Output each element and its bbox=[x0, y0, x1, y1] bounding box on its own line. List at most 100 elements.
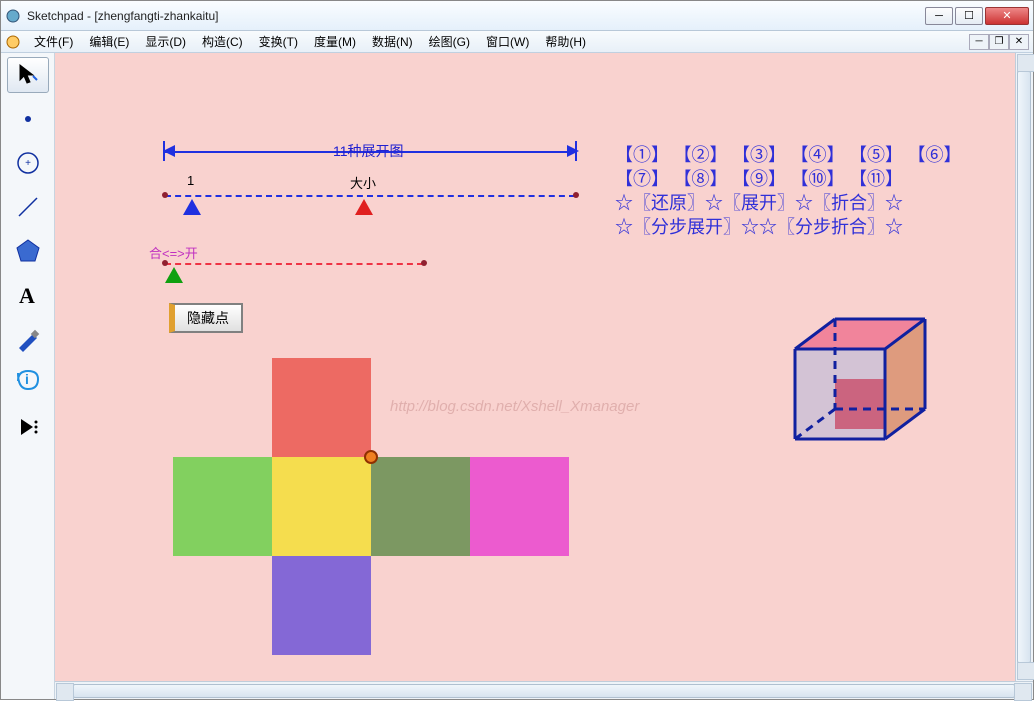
tool-point[interactable] bbox=[7, 101, 49, 137]
canvas[interactable]: 11种展开图 1 大小 合<=>开 隐藏点 bbox=[55, 53, 1015, 681]
canvas-area: 11种展开图 1 大小 合<=>开 隐藏点 bbox=[55, 53, 1033, 699]
window-title: Sketchpad - [zhengfangti-zhankaitu] bbox=[27, 9, 925, 23]
polygon-icon bbox=[14, 237, 42, 265]
net-square-right bbox=[470, 457, 569, 556]
slider-blue-marker[interactable] bbox=[183, 199, 201, 215]
mdi-close-button[interactable]: ✕ bbox=[1009, 34, 1029, 50]
ruler-left-arrow-icon bbox=[163, 143, 177, 159]
tool-line[interactable] bbox=[7, 189, 49, 225]
menubar: 文件(F) 编辑(E) 显示(D) 构造(C) 变换(T) 度量(M) 数据(N… bbox=[1, 31, 1033, 53]
menu-help[interactable]: 帮助(H) bbox=[538, 31, 593, 52]
tool-circle[interactable]: + bbox=[7, 145, 49, 181]
h-scroll-thumb[interactable] bbox=[73, 684, 1015, 698]
links-panel: 【①】 【②】 【③】 【④】 【⑤】 【⑥】 【⑦】 【⑧】 【⑨】 【⑩】 … bbox=[615, 143, 962, 239]
info-icon: i bbox=[14, 369, 42, 397]
star-icon: ☆ bbox=[795, 193, 813, 213]
link-step-fold[interactable]: 〖分步折合〗 bbox=[777, 217, 885, 237]
ruler-dot-left[interactable] bbox=[162, 192, 168, 198]
link-fold[interactable]: 〖折合〗 bbox=[813, 193, 885, 213]
svg-text:i: i bbox=[25, 371, 29, 387]
marker-icon bbox=[15, 326, 41, 352]
workspace: + A i 11种展开图 1 大小 bbox=[1, 53, 1033, 699]
mdi-restore-button[interactable]: ❐ bbox=[989, 34, 1009, 50]
mdi-minimize-button[interactable]: ─ bbox=[969, 34, 989, 50]
link-5[interactable]: 【⑤】 bbox=[849, 145, 903, 165]
cube-3d bbox=[775, 309, 935, 469]
minimize-button[interactable]: ─ bbox=[925, 7, 953, 25]
v-scroll-thumb[interactable] bbox=[1017, 71, 1031, 663]
slider-red-marker[interactable] bbox=[355, 199, 373, 215]
link-7[interactable]: 【⑦】 bbox=[615, 169, 669, 189]
window-controls: ─ ☐ ✕ bbox=[925, 7, 1029, 25]
tool-arrow[interactable] bbox=[7, 57, 49, 93]
arrow-icon bbox=[15, 62, 41, 88]
window-titlebar: Sketchpad - [zhengfangti-zhankaitu] ─ ☐ … bbox=[1, 1, 1033, 31]
text-icon: A bbox=[15, 282, 41, 308]
net-square-mid1 bbox=[272, 457, 371, 556]
watermark-text: http://blog.csdn.net/Xshell_Xmanager bbox=[390, 398, 639, 415]
tool-marker[interactable] bbox=[7, 321, 49, 357]
horizontal-scrollbar[interactable] bbox=[55, 681, 1033, 699]
link-6[interactable]: 【⑥】 bbox=[908, 145, 962, 165]
star-icon: ☆☆ bbox=[741, 217, 777, 237]
link-2[interactable]: 【②】 bbox=[674, 145, 728, 165]
net-pivot-dot[interactable] bbox=[364, 450, 378, 464]
ruler-dashed-line bbox=[165, 195, 575, 197]
slider2-line bbox=[165, 263, 423, 265]
toolbar: + A i bbox=[1, 53, 55, 699]
line-icon bbox=[15, 194, 41, 220]
link-3[interactable]: 【③】 bbox=[732, 145, 786, 165]
star-icon: ☆ bbox=[885, 193, 903, 213]
menu-display[interactable]: 显示(D) bbox=[138, 31, 193, 52]
net-square-top bbox=[272, 358, 371, 457]
link-10[interactable]: 【⑩】 bbox=[791, 169, 845, 189]
tool-polygon[interactable] bbox=[7, 233, 49, 269]
close-button[interactable]: ✕ bbox=[985, 7, 1029, 25]
menu-construct[interactable]: 构造(C) bbox=[195, 31, 250, 52]
slider-green-marker[interactable] bbox=[165, 267, 183, 283]
menu-plot[interactable]: 绘图(G) bbox=[422, 31, 477, 52]
links-row-2: 【⑦】 【⑧】 【⑨】 【⑩】 【⑪】 bbox=[615, 167, 962, 191]
menu-measure[interactable]: 度量(M) bbox=[307, 31, 363, 52]
link-unfold[interactable]: 〖展开〗 bbox=[723, 193, 795, 213]
maximize-button[interactable]: ☐ bbox=[955, 7, 983, 25]
net-square-bottom bbox=[272, 556, 371, 655]
ruler-title: 11种展开图 bbox=[333, 141, 404, 161]
links-row-1: 【①】 【②】 【③】 【④】 【⑤】 【⑥】 bbox=[615, 143, 962, 167]
app-icon bbox=[5, 8, 21, 24]
ruler-dot-right[interactable] bbox=[573, 192, 579, 198]
link-1[interactable]: 【①】 bbox=[615, 145, 669, 165]
link-4[interactable]: 【④】 bbox=[791, 145, 845, 165]
star-icon: ☆ bbox=[885, 217, 903, 237]
net-square-mid2 bbox=[371, 457, 470, 556]
star-icon: ☆ bbox=[615, 193, 633, 213]
slider2-dot-left[interactable] bbox=[162, 260, 168, 266]
svg-text:A: A bbox=[19, 283, 35, 308]
menu-transform[interactable]: 变换(T) bbox=[252, 31, 305, 52]
star-icon: ☆ bbox=[705, 193, 723, 213]
vertical-scrollbar[interactable] bbox=[1015, 53, 1033, 681]
link-restore[interactable]: 〖还原〗 bbox=[633, 193, 705, 213]
ruler-label-1: 1 bbox=[187, 173, 194, 188]
mdi-controls: ─ ❐ ✕ bbox=[969, 34, 1029, 50]
ruler-right-arrow-icon bbox=[565, 143, 579, 159]
play-icon bbox=[15, 414, 41, 440]
hide-point-button[interactable]: 隐藏点 bbox=[169, 303, 243, 333]
link-11[interactable]: 【⑪】 bbox=[849, 169, 903, 189]
link-step-unfold[interactable]: 〖分步展开〗 bbox=[633, 217, 741, 237]
menu-file[interactable]: 文件(F) bbox=[27, 31, 80, 52]
tool-custom[interactable] bbox=[7, 409, 49, 445]
point-icon bbox=[18, 109, 38, 129]
slider2-dot-right[interactable] bbox=[421, 260, 427, 266]
document-icon bbox=[5, 34, 21, 50]
ruler-label-size: 大小 bbox=[350, 173, 376, 192]
menu-window[interactable]: 窗口(W) bbox=[479, 31, 536, 52]
tool-text[interactable]: A bbox=[7, 277, 49, 313]
link-8[interactable]: 【⑧】 bbox=[674, 169, 728, 189]
menu-edit[interactable]: 编辑(E) bbox=[82, 31, 136, 52]
svg-text:+: + bbox=[25, 158, 31, 169]
link-9[interactable]: 【⑨】 bbox=[732, 169, 786, 189]
menu-data[interactable]: 数据(N) bbox=[365, 31, 420, 52]
star-icon: ☆ bbox=[615, 217, 633, 237]
tool-info[interactable]: i bbox=[7, 365, 49, 401]
